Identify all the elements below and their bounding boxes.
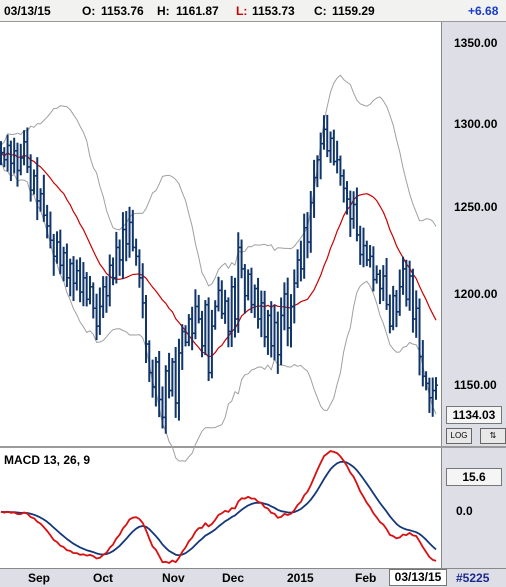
chart-canvas [0,74,438,564]
macd-line-curve [0,450,437,564]
